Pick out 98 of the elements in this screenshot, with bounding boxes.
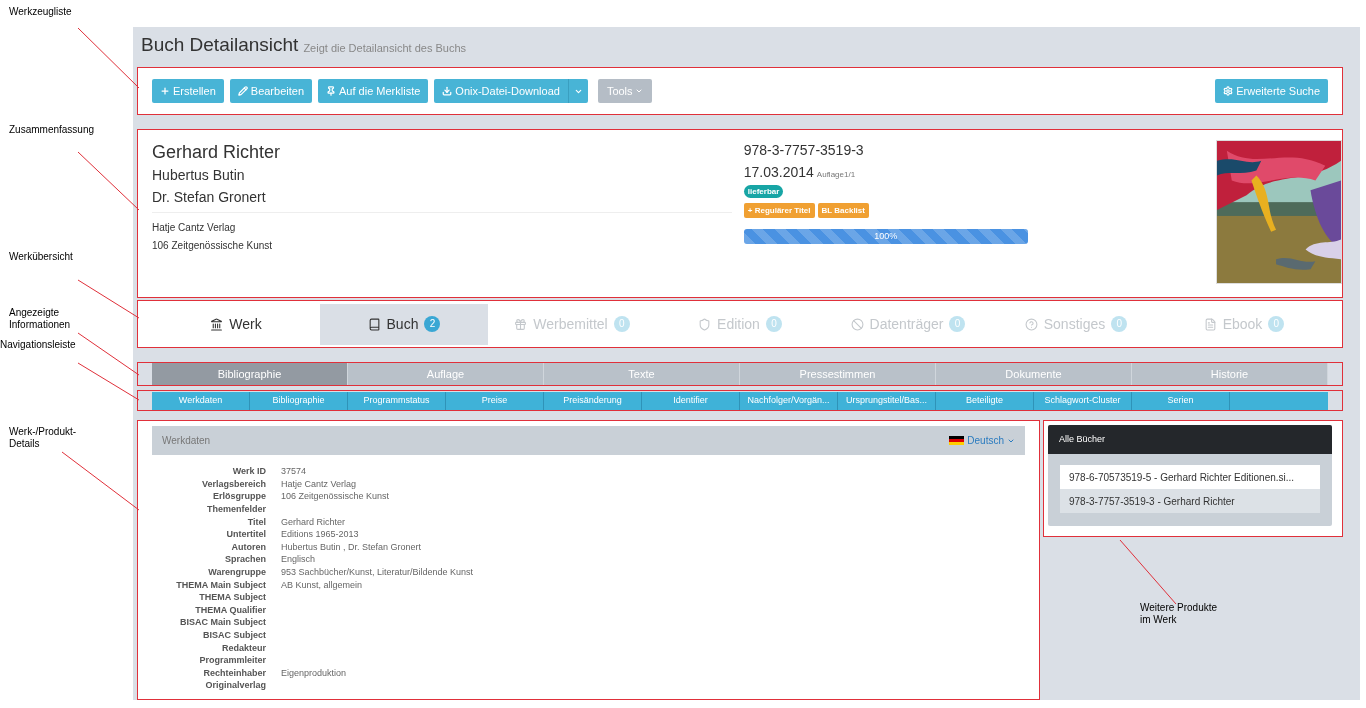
progress-reading: 100% [874,229,898,243]
publication-date: 17.03.2014 [743,163,814,182]
category-tag: BL Backlist [817,203,869,218]
annotation-label: Werkzeugliste [9,6,72,18]
nav-link[interactable]: Schlagwort-Cluster [1034,391,1132,410]
field-value: 953 Sachbücher/Kunst, Literatur/Bildende Kunst [281,566,474,579]
tools-menu-button[interactable]: Tools [597,79,652,103]
field-label: Themenfelder [206,503,266,516]
info-tab[interactable]: Auflage [348,363,544,385]
annotation-label: Werkübersicht [9,251,73,263]
dropdown-toggle[interactable] [567,79,588,103]
field-label: Warengruppe [207,566,266,579]
page-title: Buch Detailansicht [141,35,299,54]
info-tab[interactable]: Historie [1132,363,1328,385]
field-value: AB Kunst, allgemein [281,578,363,591]
toolbar-button[interactable]: Auf die Merkliste [318,79,429,103]
info-tab[interactable]: Texte [544,363,740,385]
annotation-label: Navigationsleiste [0,339,76,351]
field-label: Autoren [230,540,266,553]
download-icon [442,86,453,96]
toolbar-button[interactable]: Bearbeiten [229,79,312,103]
flag-icon [949,436,965,445]
field-label: Werk ID [231,465,266,478]
nav-link[interactable]: Werkdaten [152,391,250,410]
field-value: Hatje Cantz Verlag [281,477,357,490]
nav-link[interactable]: Preisänderung [544,391,642,410]
nav-link[interactable]: Preise [446,391,544,410]
tab-icon [514,317,528,331]
page-subtitle: Zeigt die Detailansicht des Buchs [303,43,467,54]
toolbar-button[interactable]: Erstellen [152,79,224,103]
edition-label: Auflage1/1 [816,169,856,181]
nav-link[interactable]: Serien [1132,391,1230,410]
tab-icon [367,317,381,331]
tab-icon [1203,317,1217,331]
field-value: Editions 1965-2013 [281,528,359,541]
tab-icon [698,317,712,331]
field-value: Eigenproduktion [281,666,347,679]
field-value: 106 Zeitgenössische Kunst [281,490,390,503]
category-tag: + Regulärer Titel [743,203,815,218]
nav-link[interactable]: Beteiligte [936,391,1034,410]
isbn: 978-3-7757-3519-3 [743,141,865,160]
publisher-name: Hatje Cantz Verlag [152,221,237,235]
contributor-name: Hubertus Butin [152,166,246,185]
status-badge: lieferbar [743,185,784,198]
field-value: Englisch [281,553,316,566]
tab-icon [210,317,224,331]
leader-line [1119,539,1177,605]
language-dropdown[interactable]: Deutsch [949,433,1015,448]
book-title: Gerhard Richter [152,141,282,164]
caret-icon [634,87,643,95]
field-label: Erlösgruppe [212,490,266,503]
field-label: Verlagsbereich [200,477,266,490]
tab-icon [850,317,864,331]
field-label: BISAC Subject [202,629,266,641]
toolbar-button[interactable]: Onix-Datei-Download [434,79,568,103]
field-label: THEMA Qualifier [194,603,266,616]
field-label: Untertitel [225,528,266,541]
nav-link[interactable]: Identifier [642,391,740,410]
field-label: Programmleiter [198,654,266,667]
field-value: Gerhard Richter [281,515,346,528]
panel-title: Alle Bücher [1059,432,1106,446]
count-badge: 0 [949,316,966,332]
work-tab[interactable]: Buch 2 [320,303,488,345]
button-icon [160,86,170,96]
count-badge: 0 [1268,316,1285,332]
field-label: BISAC Main Subject [179,616,266,629]
revenue-group: 106 Zeitgenössische Kunst [152,237,732,255]
field-label: Sprachen [224,553,266,566]
info-tab[interactable]: Dokumente [936,363,1132,385]
annotation-label: Werk-/Produkt- Details [9,426,77,450]
annotation-label: Zusammenfassung [9,124,95,136]
advanced-search-button[interactable]: Erweiterte Suche [1215,79,1328,103]
panel-title: Werkdaten [162,434,211,448]
field-value: 37574 [281,465,307,478]
annotation-label: Weitere Produkte im Werk [1140,602,1218,626]
field-value: Hubertus Butin , Dr. Stefan Gronert [281,540,422,553]
info-tab[interactable]: Bibliographie [152,363,348,385]
field-label: Rechteinhaber [202,666,266,679]
field-label: Redakteur [221,641,266,654]
field-label: THEMA Subject [198,591,266,604]
nav-link[interactable]: Ursprungstitel/Bas... [838,391,936,410]
contributor-name: Dr. Stefan Gronert [152,188,267,207]
annotation-label: Angezeigte Informationen [9,307,71,331]
book-list-item[interactable]: 978-3-7757-3519-3 - Gerhard Richter [1060,489,1320,513]
count-badge: 0 [1111,316,1128,332]
button-icon [237,86,248,96]
count-badge: 2 [424,316,441,332]
tab-icon [1024,317,1038,331]
button-icon [326,86,336,96]
nav-link[interactable]: Programmstatus [348,391,446,410]
nav-link[interactable]: Bibliographie [250,391,348,410]
info-tab[interactable]: Pressestimmen [740,363,936,385]
settings-icon [1223,86,1234,96]
field-label: THEMA Main Subject [175,578,266,591]
field-label: Originalverlag [204,679,266,692]
field-label: Titel [246,515,266,528]
book-list-item[interactable]: 978-6-70573519-5 - Gerhard Richter Editionen.si... [1060,465,1320,489]
nav-link[interactable]: Nachfolger/Vorgän... [740,391,838,410]
